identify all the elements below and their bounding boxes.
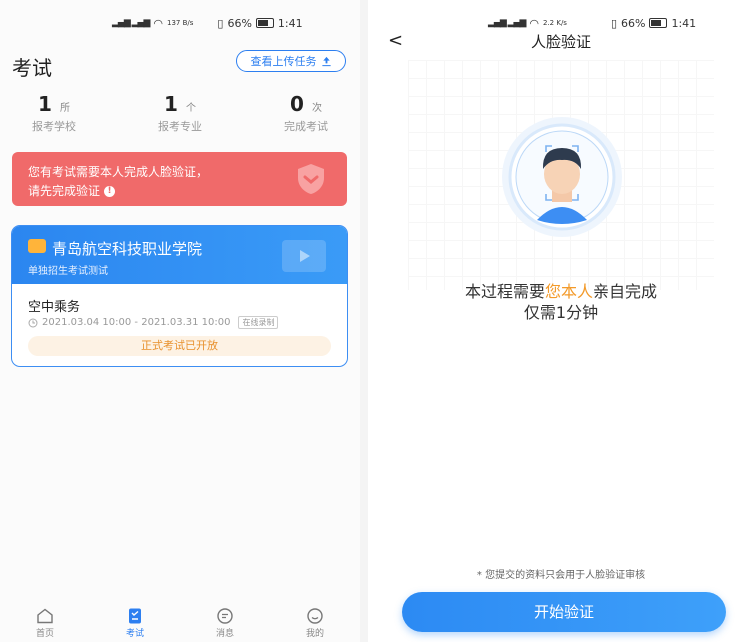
signal-icon: ▂▄▆ ▂▄▆ [112,18,150,28]
exam-subtitle: 单独招生考试测试 [28,266,108,277]
face-verify-alert[interactable]: 您有考试需要本人完成人脸验证， 请先完成验证! [12,152,347,206]
school-logo-icon [28,239,46,253]
exam-icon [129,608,141,624]
profile-icon [307,608,323,624]
stat-value: 0 [290,92,304,116]
exam-time: 2021.03.04 10:00 - 2021.03.31 10:00 在线录制 [28,316,279,329]
wifi-icon: ◠ [153,16,163,30]
exam-screen: ▂▄▆ ▂▄▆ ◠ 137 B/s ▯ 66% 1:41 考试 查看上传任务 1… [0,0,360,642]
exam-card-header: 青岛航空科技职业学院 单独招生考试测试 [12,226,347,284]
page-title: 考试 [12,56,52,80]
network-speed: 2.2 K/s [543,19,567,27]
alert-line2: 请先完成验证! [28,182,116,199]
tab-exam[interactable]: 考试 [90,604,180,642]
face-verify-screen: ▂▄▆ ▂▄▆ ◠ 2.2 K/s ▯ 66% 1:41 < 人脸验证 本过程需… [368,0,754,642]
instruction-line2: 仅需1分钟 [523,303,599,322]
stat-completed: 0次 完成考试 [266,92,346,134]
tab-label: 我的 [305,629,324,639]
stat-majors: 1个 报考专业 [140,92,220,134]
tab-label: 消息 [215,629,234,639]
vibrate-icon: ▯ [217,16,224,30]
vibrate-icon: ▯ [610,16,618,30]
stat-value: 1 [164,92,178,116]
stat-value: 1 [38,92,52,116]
exam-major: 空中乘务 [28,300,81,315]
clock: 1:41 [277,16,303,30]
clock: 1:41 [671,16,697,30]
clock-icon [28,318,38,327]
status-bar: ▂▄▆ ▂▄▆ ◠ 2.2 K/s ▯ 66% 1:41 [488,14,696,32]
exam-status: 正式考试已开放 [28,336,331,356]
tab-label: 首页 [35,629,54,639]
network-speed: 137 B/s [167,19,194,27]
start-verify-button[interactable]: 开始验证 [402,592,726,632]
battery-icon [255,18,274,28]
exam-time-range: 2021.03.04 10:00 - 2021.03.31 10:00 [42,317,231,328]
stat-label: 报考专业 [158,120,202,133]
stat-label: 报考学校 [32,120,76,133]
status-bar: ▂▄▆ ▂▄▆ ◠ 137 B/s ▯ 66% 1:41 [112,14,303,32]
school-name: 青岛航空科技职业学院 [52,240,203,258]
stat-label: 完成考试 [284,120,328,133]
tab-profile[interactable]: 我的 [270,604,360,642]
info-icon: ! [104,186,116,197]
alert-line1: 您有考试需要本人完成人脸验证， [28,165,209,179]
divider [360,0,368,642]
page-title: 人脸验证 [530,33,591,51]
exam-card[interactable]: 青岛航空科技职业学院 单独招生考试测试 空中乘务 2021.03.04 10:0… [12,226,347,366]
stat-schools: 1所 报考学校 [14,92,94,134]
upload-icon [321,56,331,66]
message-icon [217,608,233,624]
privacy-note: * 您提交的资料只会用于人脸验证审核 [476,570,646,581]
upload-tasks-label: 查看上传任务 [250,55,317,68]
upload-tasks-button[interactable]: 查看上传任务 [236,50,346,72]
record-tag: 在线录制 [238,316,279,329]
video-play-icon [282,240,326,272]
battery-icon [649,18,668,28]
stat-unit: 所 [59,103,70,114]
alert-line2-text: 请先完成验证 [28,184,101,198]
signal-icon: ▂▄▆ ▂▄▆ [488,18,526,28]
face-scan-icon [502,117,622,237]
wifi-icon: ◠ [529,16,539,30]
shield-icon [298,164,324,194]
bottom-tabbar: 首页 考试 消息 我的 [0,604,360,642]
tab-messages[interactable]: 消息 [180,604,270,642]
battery-percent: 66% [621,16,646,30]
battery-percent: 66% [227,16,252,30]
stat-unit: 次 [311,103,322,114]
home-icon [37,608,53,624]
tab-home[interactable]: 首页 [0,604,90,642]
tab-label: 考试 [125,629,144,639]
stat-unit: 个 [185,103,196,114]
